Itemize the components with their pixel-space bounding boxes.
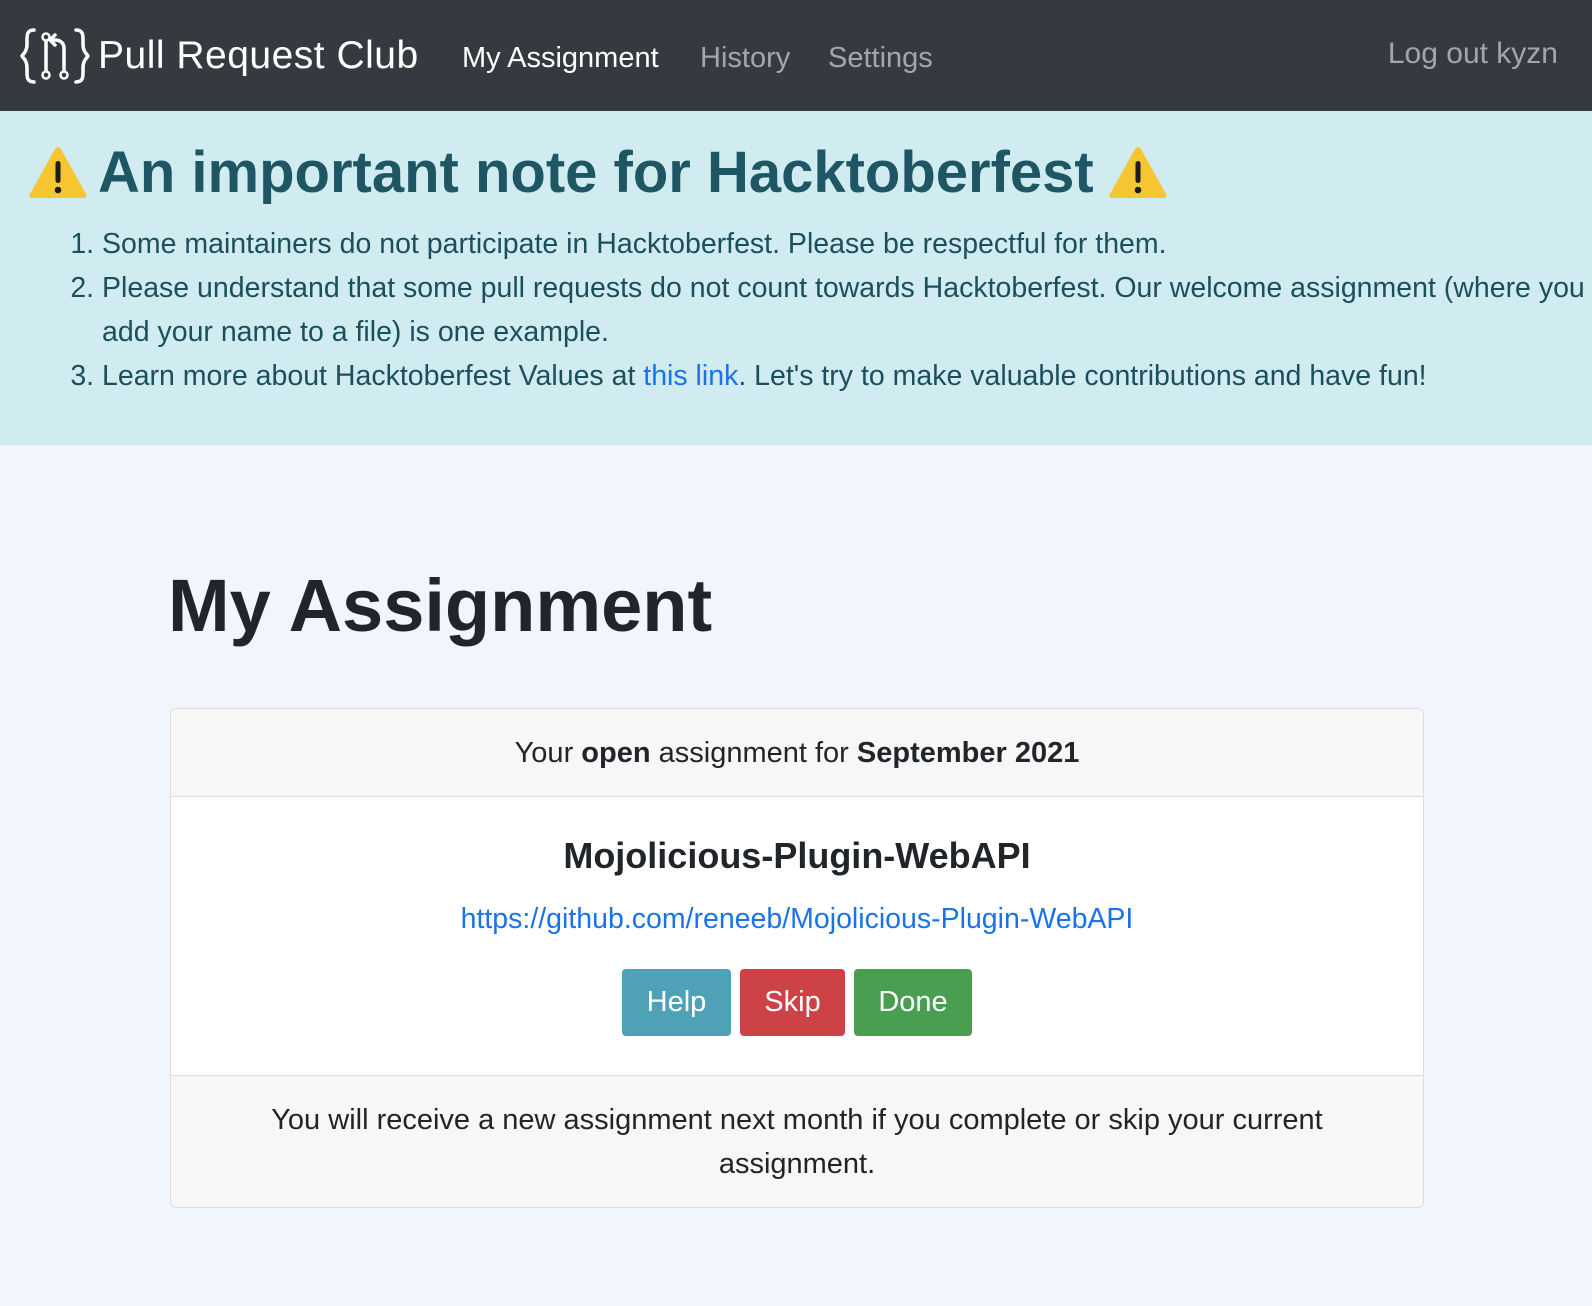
brand-name: Pull Request Club [98,34,419,77]
card-body: Mojolicious-Plugin-WebAPI https://github… [171,797,1423,1075]
assignment-card: Your open assignment for September 2021 … [170,708,1424,1208]
nav-my-assignment[interactable]: My Assignment [462,42,659,75]
hacktoberfest-alert: An important note for Hacktoberfest Some… [0,111,1592,445]
done-button[interactable]: Done [854,969,972,1036]
warning-icon [1109,146,1167,198]
warning-icon [29,146,87,198]
alert-heading-text: An important note for Hacktoberfest [98,140,1094,205]
assignment-status: open [581,737,651,769]
pull-request-braces-icon [20,28,90,84]
alert-item: Some maintainers do not participate in H… [102,222,1592,266]
repo-name: Mojolicious-Plugin-WebAPI [563,835,1031,876]
card-header: Your open assignment for September 2021 [171,709,1423,797]
logout-link[interactable]: Log out kyzn [1388,37,1558,71]
card-footer: You will receive a new assignment next m… [171,1075,1423,1207]
alert-item: Learn more about Hacktoberfest Values at… [102,354,1592,398]
alert-list: Some maintainers do not participate in H… [66,222,1592,398]
nav-settings[interactable]: Settings [828,42,933,75]
help-button[interactable]: Help [622,969,731,1036]
assignment-period: September 2021 [856,737,1080,769]
hacktoberfest-values-link[interactable]: this link [643,360,738,392]
alert-item: Please understand that some pull request… [102,266,1592,354]
navbar: Pull Request Club My Assignment History … [0,0,1592,111]
skip-button[interactable]: Skip [740,969,845,1036]
page-title: My Assignment [168,564,713,647]
alert-heading: An important note for Hacktoberfest [28,139,1168,206]
repo-link[interactable]: https://github.com/reneeb/Mojolicious-Pl… [171,903,1423,936]
nav-history[interactable]: History [700,42,790,75]
action-buttons: Help Skip Done [171,969,1423,1036]
brand-link[interactable]: Pull Request Club [20,26,419,86]
